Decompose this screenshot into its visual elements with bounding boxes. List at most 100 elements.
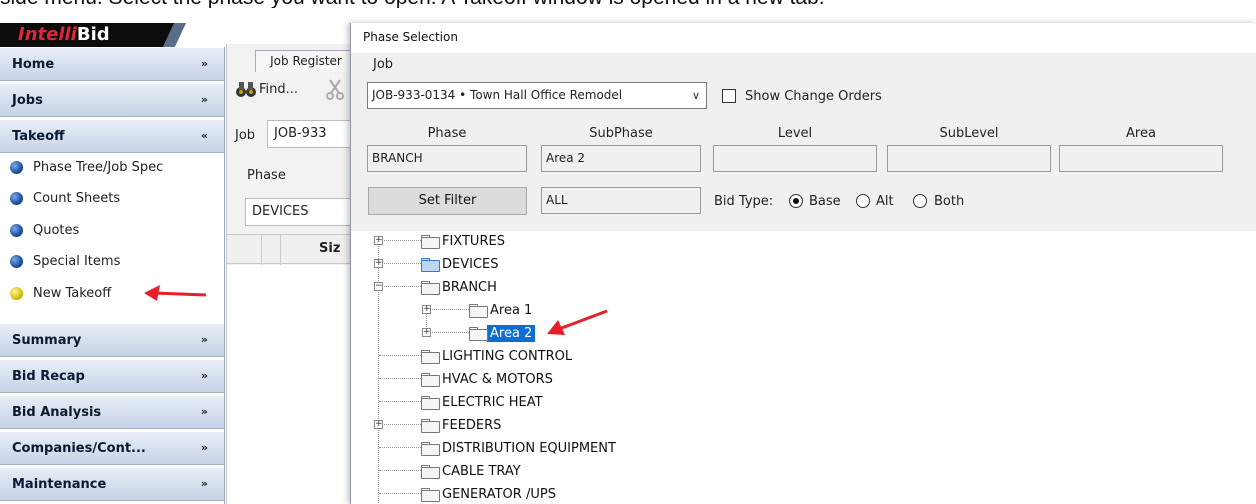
red-arrow-annotation bbox=[547, 309, 608, 335]
expand-icon[interactable]: + bbox=[422, 305, 431, 314]
bid-type-both-radio[interactable] bbox=[913, 194, 927, 208]
grid-column-size[interactable]: Siz bbox=[319, 241, 340, 256]
bullet-icon bbox=[10, 191, 23, 205]
tree-node-electric-heat[interactable]: ELECTRIC HEAT bbox=[421, 392, 543, 412]
sublevel-field[interactable] bbox=[887, 145, 1051, 172]
job-select[interactable]: JOB-933-0134 • Town Hall Office Remodel … bbox=[367, 82, 707, 109]
subphase-field[interactable]: Area 2 bbox=[541, 145, 701, 172]
chevron-down-icon: » bbox=[200, 405, 208, 418]
chevron-down-icon: » bbox=[200, 57, 208, 70]
cut-icon[interactable] bbox=[325, 78, 345, 100]
job-label: Job bbox=[235, 128, 256, 143]
chevron-down-icon: » bbox=[200, 477, 208, 490]
sidebar-section-bid-recap[interactable]: Bid Recap» bbox=[0, 359, 224, 393]
sidebar-section-maintenance[interactable]: Maintenance» bbox=[0, 467, 224, 501]
folder-icon bbox=[421, 442, 440, 456]
tree-node-devices[interactable]: DEVICES bbox=[421, 254, 499, 274]
sidebar-section-takeoff[interactable]: Takeoff « bbox=[0, 119, 224, 153]
phase-field[interactable]: DEVICES bbox=[245, 198, 357, 226]
tree-node-area-2[interactable]: Area 2 bbox=[469, 323, 536, 343]
dialog-title: Phase Selection bbox=[351, 23, 1256, 53]
tree-node-generator-ups[interactable]: GENERATOR /UPS bbox=[421, 484, 556, 504]
tree-node-feeders[interactable]: FEEDERS bbox=[421, 415, 501, 435]
column-area: Area bbox=[1126, 126, 1156, 141]
bid-type-alt-label: Alt bbox=[876, 194, 894, 209]
folder-icon bbox=[469, 327, 488, 341]
folder-icon bbox=[421, 488, 440, 502]
grid-header: Siz bbox=[227, 234, 357, 265]
tree-node-hvac-motors[interactable]: HVAC & MOTORS bbox=[421, 369, 553, 389]
grid-body bbox=[227, 265, 357, 504]
chevron-down-icon: » bbox=[200, 333, 208, 346]
phase-field[interactable]: BRANCH bbox=[367, 145, 527, 172]
sidebar-section-home[interactable]: Home» bbox=[0, 47, 224, 81]
chevron-down-icon: » bbox=[200, 441, 208, 454]
sidebar-section-companies[interactable]: Companies/Cont...» bbox=[0, 431, 224, 465]
bullet-icon bbox=[10, 286, 23, 300]
app-logo: IntelliBid bbox=[0, 23, 225, 47]
show-change-orders-checkbox[interactable] bbox=[722, 89, 736, 103]
tab-job-register[interactable]: Job Register bbox=[255, 50, 357, 72]
folder-icon bbox=[421, 373, 440, 387]
level-field[interactable] bbox=[713, 145, 877, 172]
bid-type-alt-radio[interactable] bbox=[856, 194, 870, 208]
collapse-icon[interactable]: − bbox=[374, 282, 383, 291]
expand-icon[interactable]: + bbox=[422, 328, 431, 337]
column-level: Level bbox=[777, 126, 813, 141]
bullet-icon bbox=[10, 223, 23, 237]
takeoff-submenu: Phase Tree/Job Spec Count Sheets Quotes … bbox=[0, 154, 224, 311]
sidebar-item-special-items[interactable]: Special Items bbox=[10, 250, 120, 272]
bid-type-base-radio[interactable] bbox=[789, 194, 803, 208]
folder-icon bbox=[421, 465, 440, 479]
sidebar-item-count-sheets[interactable]: Count Sheets bbox=[10, 187, 120, 209]
filter-field[interactable]: ALL bbox=[541, 187, 701, 214]
job-register-panel: Job Register Find... Job JOB-933 Phase D… bbox=[226, 44, 357, 504]
folder-icon bbox=[421, 350, 440, 364]
sidebar-item-phase-tree[interactable]: Phase Tree/Job Spec bbox=[10, 156, 163, 178]
red-arrow-annotation bbox=[144, 285, 207, 301]
chevron-down-icon: ∨ bbox=[686, 83, 706, 108]
phase-selection-dialog: Phase Selection Job JOB-933-0134 • Town … bbox=[350, 23, 1256, 504]
tree-node-area-1[interactable]: Area 1 bbox=[469, 300, 532, 320]
binoculars-icon bbox=[236, 82, 256, 97]
tree-node-distribution-equipment[interactable]: DISTRIBUTION EQUIPMENT bbox=[421, 438, 616, 458]
column-subphase: SubPhase bbox=[589, 126, 653, 141]
column-sublevel: SubLevel bbox=[939, 126, 999, 141]
tree-node-branch[interactable]: BRANCH bbox=[421, 277, 497, 297]
sidebar-item-quotes[interactable]: Quotes bbox=[10, 219, 79, 241]
folder-icon bbox=[421, 396, 440, 410]
sidebar-section-jobs[interactable]: Jobs» bbox=[0, 83, 224, 117]
bid-type-both-label: Both bbox=[934, 194, 965, 209]
phase-tree: + FIXTURES + DEVICES − BRANCH + Area 1 +… bbox=[351, 231, 1256, 504]
tree-node-cable-tray[interactable]: CABLE TRAY bbox=[421, 461, 521, 481]
job-field[interactable]: JOB-933 bbox=[267, 120, 357, 148]
expand-icon[interactable]: + bbox=[374, 236, 383, 245]
expand-icon[interactable]: + bbox=[374, 420, 383, 429]
phase-label: Phase bbox=[247, 168, 286, 183]
chevron-up-icon: « bbox=[200, 129, 208, 142]
chevron-down-icon: » bbox=[200, 93, 208, 106]
column-phase: Phase bbox=[427, 126, 467, 141]
logo-text-intelli: Intelli bbox=[18, 24, 77, 45]
folder-open-icon bbox=[421, 258, 440, 272]
tree-node-lighting-control[interactable]: LIGHTING CONTROL bbox=[421, 346, 572, 366]
sidebar-section-summary[interactable]: Summary» bbox=[0, 323, 224, 357]
folder-icon bbox=[421, 281, 440, 295]
set-filter-button[interactable]: Set Filter bbox=[368, 187, 527, 215]
bid-type-label: Bid Type: bbox=[714, 194, 774, 209]
bullet-icon bbox=[10, 254, 23, 268]
expand-icon[interactable]: + bbox=[374, 259, 383, 268]
logo-text-bid: Bid bbox=[76, 24, 110, 45]
area-field[interactable] bbox=[1059, 145, 1223, 172]
show-change-orders-label: Show Change Orders bbox=[745, 89, 882, 104]
caption-text: side menu. Select the phase you want to … bbox=[0, 0, 1256, 8]
sidebar-item-new-takeoff[interactable]: New Takeoff bbox=[10, 282, 111, 304]
bid-type-base-label: Base bbox=[809, 194, 841, 209]
chevron-down-icon: » bbox=[200, 369, 208, 382]
bullet-icon bbox=[10, 160, 23, 174]
dialog-filter-panel: Job JOB-933-0134 • Town Hall Office Remo… bbox=[351, 53, 1256, 231]
find-button[interactable]: Find... bbox=[235, 80, 298, 98]
tree-node-fixtures[interactable]: FIXTURES bbox=[421, 231, 505, 251]
sidebar-section-bid-analysis[interactable]: Bid Analysis» bbox=[0, 395, 224, 429]
job-label: Job bbox=[373, 57, 394, 72]
